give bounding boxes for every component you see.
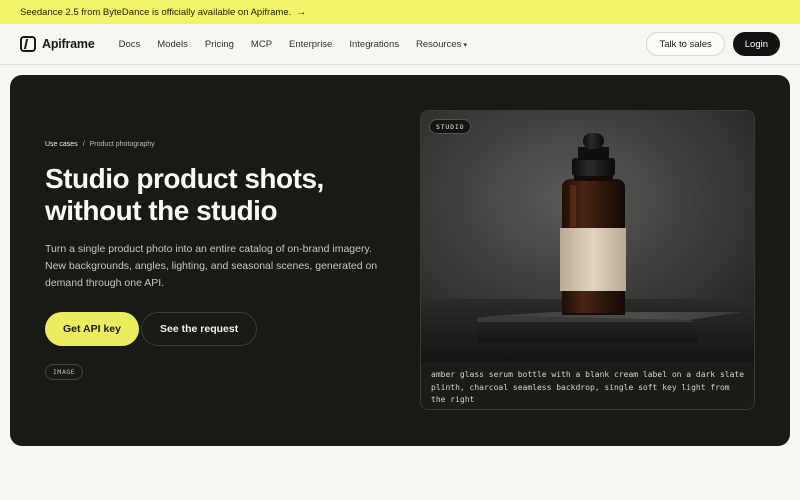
- hero-section: Use cases / Product photography Studio p…: [10, 75, 790, 446]
- talk-to-sales-button[interactable]: Talk to sales: [646, 32, 725, 56]
- announcement-text[interactable]: Seedance 2.5 from ByteDance is officiall…: [20, 7, 291, 18]
- arrow-right-icon: →: [296, 6, 307, 18]
- login-button[interactable]: Login: [732, 32, 780, 56]
- nav-link-resources-label: Resources: [416, 38, 462, 50]
- nav-link-enterprise[interactable]: Enterprise: [289, 39, 332, 50]
- logo-icon: [20, 36, 36, 52]
- nav-links: Docs Models Pricing MCP Enterprise Integ…: [119, 39, 467, 50]
- studio-badge: STUDIO: [429, 119, 472, 134]
- nav-link-mcp[interactable]: MCP: [251, 39, 272, 50]
- breadcrumb-current: Product photography: [89, 141, 155, 148]
- nav-actions: Talk to sales Login: [646, 32, 780, 56]
- preview-card: STUDIO amber glass serum bottle with a b…: [420, 110, 755, 410]
- hero-description: Turn a single product photo into an enti…: [45, 243, 378, 289]
- hero-title: Studio product shots, without the studio: [45, 163, 324, 226]
- announcement-bar[interactable]: Seedance 2.5 from ByteDance is officiall…: [0, 0, 800, 24]
- product-photo: [421, 111, 754, 362]
- chevron-down-icon: ▾: [463, 41, 467, 49]
- brand-logo[interactable]: Apiframe: [20, 36, 95, 52]
- prompt-caption: amber glass serum bottle with a blank cr…: [421, 362, 754, 409]
- get-api-key-button[interactable]: Get API key: [45, 312, 139, 346]
- top-nav: Apiframe Docs Models Pricing MCP Enterpr…: [0, 24, 800, 65]
- brand-name: Apiframe: [42, 37, 95, 51]
- nav-link-pricing[interactable]: Pricing: [205, 39, 234, 50]
- nav-link-models[interactable]: Models: [157, 39, 188, 50]
- breadcrumb-separator: /: [82, 141, 85, 148]
- breadcrumb: Use cases / Product photography: [45, 141, 155, 148]
- nav-link-resources[interactable]: Resources ▾: [416, 39, 467, 50]
- see-request-button[interactable]: See the request: [141, 312, 258, 346]
- nav-link-integrations[interactable]: Integrations: [349, 39, 399, 50]
- nav-link-docs[interactable]: Docs: [119, 39, 141, 50]
- breadcrumb-use-cases[interactable]: Use cases: [45, 141, 78, 148]
- image-type-tag: IMAGE: [45, 364, 84, 380]
